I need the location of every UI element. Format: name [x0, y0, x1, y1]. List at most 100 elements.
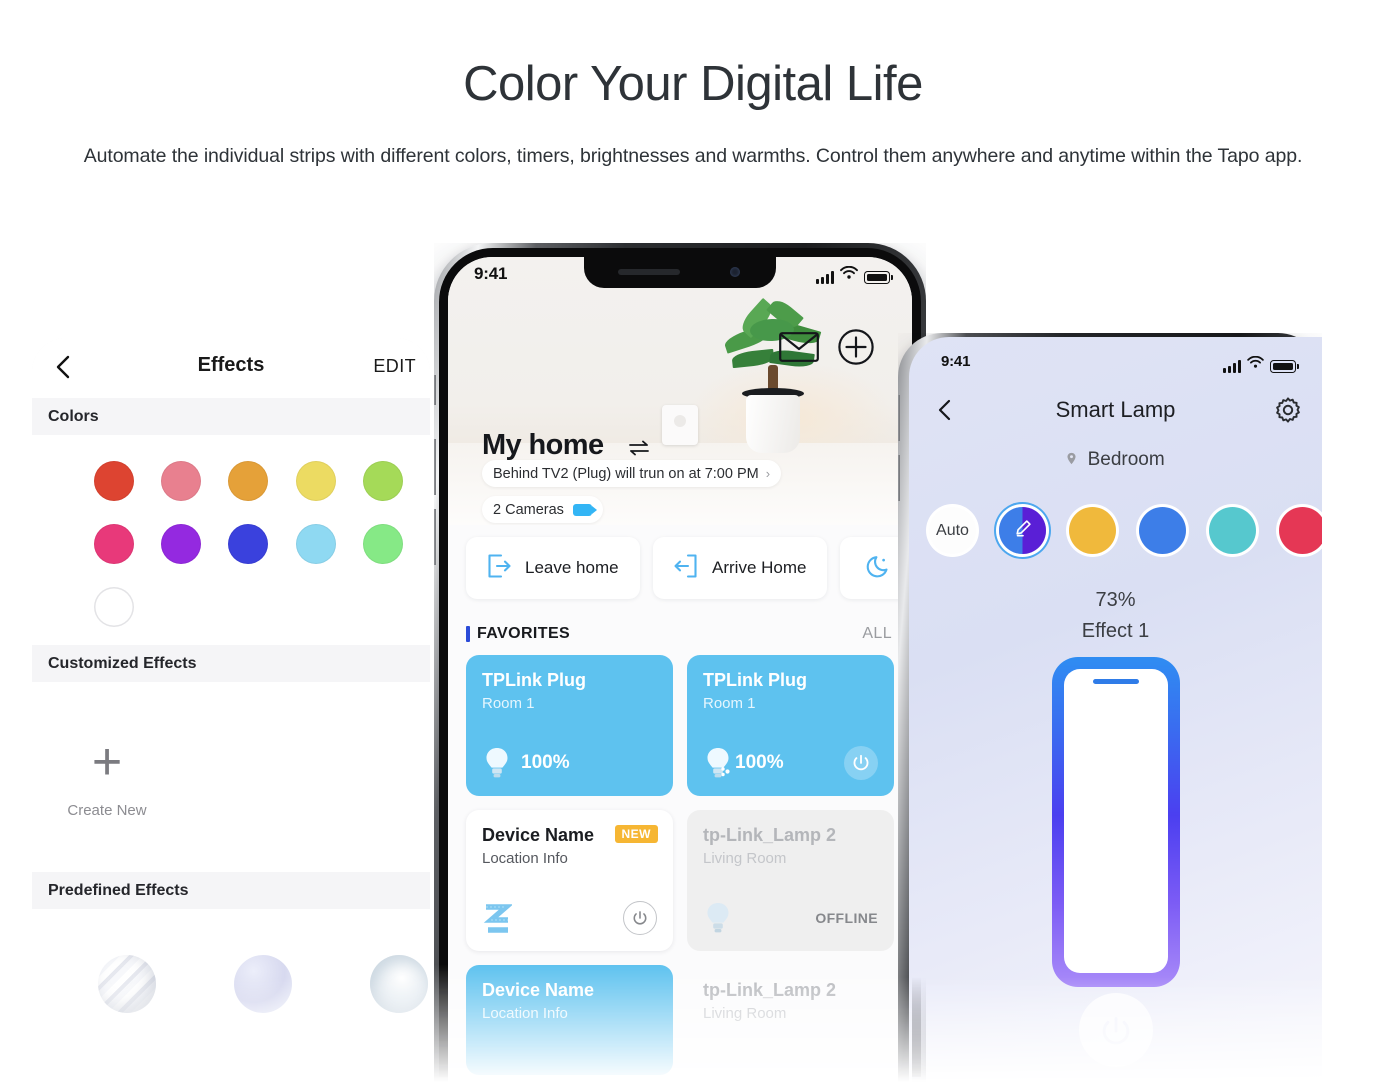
- wall-outlet: [662, 405, 698, 445]
- favorites-title: FAVORITES: [477, 625, 571, 642]
- create-new-label: Create New: [67, 801, 147, 819]
- device-footer: 100%: [482, 746, 657, 780]
- color-swatch-pink[interactable]: [161, 461, 202, 501]
- color-preset-red[interactable]: [1279, 507, 1322, 554]
- device-location: Living Room: [703, 1005, 787, 1022]
- page-title: Color Your Digital Life: [463, 57, 923, 111]
- battery-full-icon: [864, 271, 893, 284]
- device-card-tplink-plug-1[interactable]: TPLink Plug Room 1 100%: [466, 655, 673, 796]
- device-name: tp-Link_Lamp 2: [703, 980, 837, 1000]
- right-phone-screen: 9:41 Smart Lamp Bedroom Auto 73% Effect …: [909, 337, 1322, 1082]
- silent-switch[interactable]: [432, 375, 436, 405]
- room-label: Bedroom: [1087, 449, 1165, 470]
- color-swatch-purple[interactable]: [161, 524, 202, 564]
- effects-title: Effects: [197, 354, 265, 376]
- home-hero-photo: My home Behind TV2 (Plug) will trun on a…: [448, 257, 912, 525]
- color-swatch-white[interactable]: [94, 587, 134, 627]
- notification-text: Behind TV2 (Plug) will trun on at 7:00 P…: [493, 465, 759, 482]
- predefined-effect-orb-1[interactable]: [98, 955, 156, 1013]
- notch: [584, 257, 776, 288]
- device-name: TPLink Plug: [482, 670, 587, 690]
- predefined-effect-orb-3[interactable]: [370, 955, 428, 1013]
- right-status-bar: 9:41: [909, 351, 1322, 375]
- light-strip-icon: [482, 902, 514, 934]
- device-footer: 100%: [703, 746, 878, 780]
- device-title: Smart Lamp: [1055, 397, 1176, 422]
- color-swatch-red[interactable]: [94, 461, 134, 501]
- predefined-effect-orb-2[interactable]: [234, 955, 292, 1013]
- favorites-all-link[interactable]: ALL: [862, 625, 892, 643]
- leave-home-icon: [486, 553, 512, 584]
- color-swatch-green[interactable]: [362, 524, 403, 564]
- power-icon[interactable]: [844, 746, 878, 780]
- color-preset-blue[interactable]: [1139, 507, 1186, 554]
- section-header-predefined-effects: Predefined Effects: [32, 872, 430, 909]
- device-room: Bedroom: [909, 449, 1322, 471]
- device-location: Location Info: [482, 850, 568, 867]
- section-header-customized-effects: Customized Effects: [32, 645, 430, 682]
- swap-arrows-icon[interactable]: [628, 439, 650, 457]
- color-swatch-row: [32, 524, 430, 564]
- device-brightness: 100%: [521, 752, 570, 773]
- home-name[interactable]: My home: [482, 429, 604, 462]
- status-time: 9:41: [941, 353, 971, 370]
- effects-navbar: Effects EDIT: [32, 338, 430, 398]
- color-swatch-grid: [32, 435, 430, 627]
- plus-circle-icon[interactable]: [838, 329, 874, 365]
- arrive-home-icon: [673, 553, 699, 584]
- power-icon[interactable]: [623, 901, 657, 935]
- cameras-label: 2 Cameras: [493, 501, 564, 518]
- color-preset-auto[interactable]: Auto: [929, 507, 976, 554]
- chevron-right-icon: ›: [765, 466, 771, 481]
- status-indicators: [816, 265, 893, 284]
- color-swatch-yellow[interactable]: [295, 461, 336, 501]
- pencil-icon: [1013, 518, 1033, 543]
- gear-icon[interactable]: [1274, 396, 1302, 424]
- color-swatch-lime[interactable]: [362, 461, 403, 501]
- notification-banner[interactable]: Behind TV2 (Plug) will trun on at 7:00 P…: [482, 460, 782, 487]
- color-swatch-blue[interactable]: [228, 524, 269, 564]
- cameras-pill[interactable]: 2 Cameras: [482, 496, 603, 523]
- scene-arrive-home[interactable]: Arrive Home: [653, 537, 827, 599]
- volume-down-button[interactable]: [431, 509, 436, 565]
- create-new-effect-button[interactable]: + Create New: [32, 682, 182, 872]
- volume-up-button[interactable]: [431, 439, 436, 495]
- power-icon[interactable]: [1078, 993, 1153, 1067]
- lamp-inner-surface: [1063, 669, 1168, 973]
- earpiece-speaker: [618, 269, 680, 275]
- section-header-colors: Colors: [32, 398, 430, 435]
- color-swatch-sky[interactable]: [295, 524, 336, 564]
- scene-leave-home[interactable]: Leave home: [466, 537, 640, 599]
- device-card-row3-left[interactable]: Device Name Location Info: [466, 965, 673, 1075]
- color-swatch-orange[interactable]: [228, 461, 269, 501]
- device-card-lamp-offline[interactable]: tp-Link_Lamp 2 Living Room OFFLINE: [687, 810, 894, 951]
- predefined-effects-row: [32, 909, 430, 1013]
- device-location: Living Room: [703, 850, 787, 867]
- cellular-bars-icon: [816, 271, 834, 284]
- device-location: Room 1: [703, 695, 756, 712]
- color-swatch-magenta[interactable]: [94, 524, 134, 564]
- home-body: Leave home Arrive Home FAVORITES ALL TPL…: [448, 525, 912, 1082]
- auto-label: Auto: [936, 521, 969, 539]
- brightness-value: 73%: [1095, 589, 1136, 611]
- device-location: Room 1: [482, 695, 535, 712]
- device-grid: TPLink Plug Room 1 100% TPLink Plug Room…: [448, 655, 912, 1075]
- edit-button[interactable]: EDIT: [373, 356, 416, 377]
- light-strip-visual[interactable]: [1051, 657, 1180, 987]
- scene-label: Arrive Home: [712, 558, 807, 577]
- center-phone-screen: My home Behind TV2 (Plug) will trun on a…: [448, 257, 912, 1082]
- color-preset-teal[interactable]: [1209, 507, 1256, 554]
- video-camera-icon: [572, 503, 597, 516]
- device-brightness: 100%: [735, 752, 784, 773]
- color-swatch-row: [32, 461, 430, 501]
- device-card-row3-right[interactable]: tp-Link_Lamp 2 Living Room: [687, 965, 894, 1075]
- color-preset-amber[interactable]: [1069, 507, 1116, 554]
- status-badge: NEW: [614, 825, 658, 843]
- location-pin-icon: [1066, 449, 1077, 465]
- color-preset-custom-edit[interactable]: [999, 507, 1046, 554]
- device-card-tplink-plug-2[interactable]: TPLink Plug Room 1 100%: [687, 655, 894, 796]
- device-card-new-strip[interactable]: Device Name Location Info NEW: [466, 810, 673, 951]
- envelope-icon[interactable]: [779, 332, 819, 362]
- smart-lamp-navbar: Smart Lamp: [909, 391, 1322, 431]
- scene-label: Leave home: [525, 558, 619, 577]
